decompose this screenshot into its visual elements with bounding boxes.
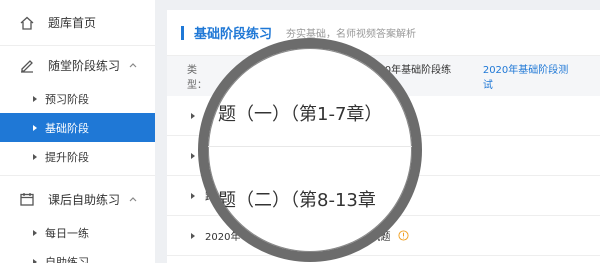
caret-right-icon	[33, 258, 37, 263]
sidebar-item-label: 基础阶段	[45, 121, 89, 135]
chevron-up-icon[interactable]	[127, 193, 139, 205]
sidebar-group-label: 随堂阶段练习	[48, 58, 121, 73]
divider	[208, 146, 412, 147]
pen-icon	[18, 56, 36, 74]
sidebar-item-label: 自助练习	[45, 255, 89, 263]
home-icon	[18, 14, 36, 32]
caret-right-icon	[191, 232, 195, 239]
caret-right-icon	[33, 229, 37, 236]
sidebar-item-label: 每日一练	[45, 226, 89, 240]
filter-option-test[interactable]: 2020年基础阶段测试	[483, 61, 574, 91]
sidebar-item-basic[interactable]: 基础阶段	[0, 113, 155, 142]
sidebar-item-advanced[interactable]: 提升阶段	[0, 142, 155, 171]
magnified-text: 题（一）（第1-7章）	[218, 104, 383, 125]
sidebar-item-label: 预习阶段	[45, 92, 89, 106]
magnifier-lens: 题（一）（第1-7章） 题（二）（第8-13章	[198, 38, 422, 262]
info-icon[interactable]	[398, 230, 409, 241]
sidebar-group-label: 课后自助练习	[48, 192, 121, 207]
caret-right-icon	[191, 152, 195, 159]
caret-right-icon	[33, 124, 37, 131]
sidebar-item-self[interactable]: 自助练习	[0, 247, 155, 263]
sidebar-item-daily[interactable]: 每日一练	[0, 218, 155, 247]
page-header: 基础阶段练习 夯实基础，名师视频答案解析	[167, 10, 600, 56]
magnified-text: 题（二）（第8-13章	[218, 190, 376, 211]
caret-right-icon	[191, 192, 195, 199]
sidebar: 题库首页 随堂阶段练习 预习阶段 基础阶段 提升阶段 课后自助练习 每日一练 自…	[0, 0, 155, 263]
calendar-icon	[18, 190, 36, 208]
chevron-up-icon[interactable]	[127, 59, 139, 71]
sidebar-group-self-practice[interactable]: 课后自助练习	[0, 180, 155, 218]
sidebar-item-label: 提升阶段	[45, 150, 89, 164]
caret-right-icon	[33, 153, 37, 160]
sidebar-item-label: 题库首页	[48, 16, 97, 30]
page-title: 基础阶段练习	[194, 27, 273, 42]
caret-right-icon	[191, 112, 195, 119]
sidebar-item-home[interactable]: 题库首页	[0, 0, 155, 46]
sidebar-group-practice[interactable]: 随堂阶段练习	[0, 46, 155, 84]
title-accent-bar	[181, 25, 184, 40]
divider	[0, 175, 155, 176]
filter-label: 类型：	[187, 65, 207, 91]
caret-right-icon	[33, 95, 37, 102]
sidebar-item-preview[interactable]: 预习阶段	[0, 84, 155, 113]
